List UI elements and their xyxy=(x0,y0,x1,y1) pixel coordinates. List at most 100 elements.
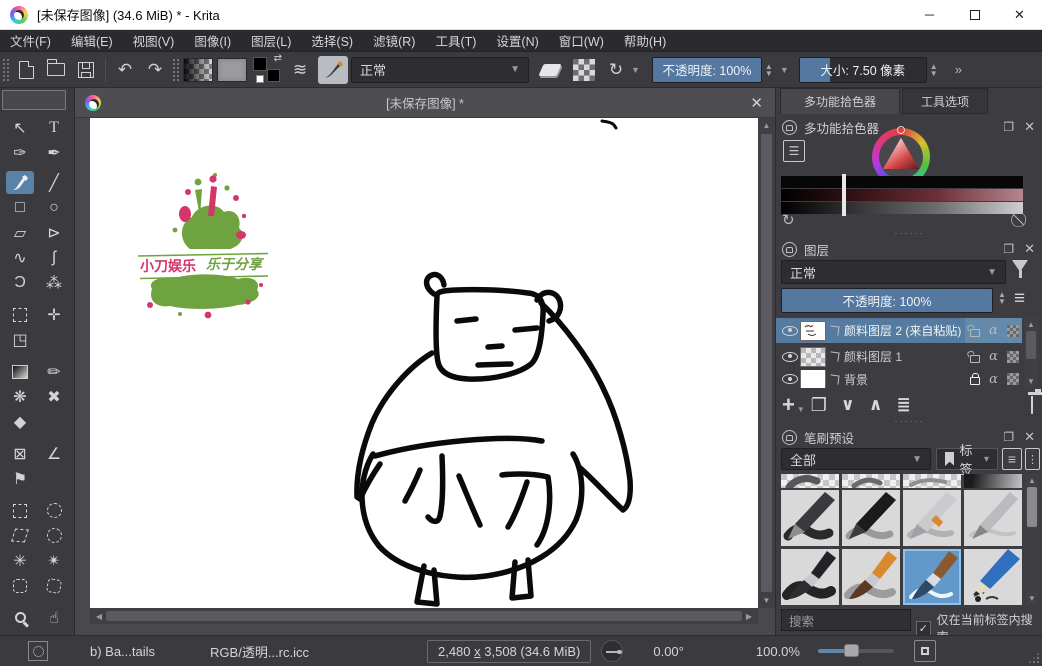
menu-select[interactable]: 选择(S) xyxy=(301,31,363,50)
edit-brush-settings-button[interactable] xyxy=(318,56,348,84)
refresh-colors-icon[interactable]: ↻ xyxy=(782,211,795,229)
tool-transform[interactable] xyxy=(6,303,34,326)
menu-help[interactable]: 帮助(H) xyxy=(614,31,676,50)
scroll-up-icon[interactable]: ▲ xyxy=(1024,320,1038,329)
swap-colors-icon[interactable]: ⇄ xyxy=(274,53,282,64)
brush-preset[interactable] xyxy=(964,490,1022,546)
gradient-chooser[interactable] xyxy=(183,58,213,82)
maximize-button[interactable] xyxy=(952,0,997,29)
inherit-alpha-icon[interactable] xyxy=(1003,318,1022,343)
close-button[interactable]: ✕ xyxy=(997,0,1042,29)
tool-freehand-brush[interactable] xyxy=(6,171,34,194)
menu-file[interactable]: 文件(F) xyxy=(0,31,61,50)
tool-rect-select[interactable] xyxy=(6,499,34,522)
tool-bezier-select[interactable] xyxy=(6,574,34,597)
redo-button[interactable]: ↷ xyxy=(142,57,168,83)
tool-freehand-path[interactable]: ʃ xyxy=(40,246,68,269)
tool-freehand-select[interactable] xyxy=(40,524,68,547)
layer-row-background[interactable]: 背景 α xyxy=(776,370,1022,388)
canvas-vscrollbar[interactable]: ▲ ▼ xyxy=(758,118,775,608)
tool-zoom[interactable] xyxy=(6,606,34,629)
background-color-swatch[interactable] xyxy=(267,69,280,82)
tool-polygon-select[interactable] xyxy=(6,524,34,547)
open-document-button[interactable] xyxy=(43,57,69,83)
minimize-button[interactable]: ─ xyxy=(907,0,952,29)
layer-thumbnail[interactable] xyxy=(800,347,826,367)
save-button[interactable] xyxy=(73,57,99,83)
brush-presets-header[interactable]: 笔刷预设 ❐ ✕ xyxy=(776,426,1042,448)
toolbar-drag-handle[interactable] xyxy=(2,58,9,82)
opacity-slider[interactable]: 不透明度: 100% xyxy=(652,57,762,83)
tool-color-sampler[interactable]: ✏ xyxy=(40,360,68,383)
brush-preset[interactable] xyxy=(903,490,961,546)
canvas-hscrollbar[interactable]: ◀ ▶ xyxy=(90,608,758,624)
rotation-angle-value[interactable]: 0.00° xyxy=(653,644,684,659)
layer-row-paint1[interactable]: 颜料图层 1 α xyxy=(776,344,1022,369)
scroll-thumb[interactable] xyxy=(1026,331,1036,359)
foreground-color-swatch[interactable] xyxy=(253,57,267,71)
tool-pattern-edit[interactable]: ❋ xyxy=(6,385,34,408)
image-dimensions[interactable]: 2,480 x 3,508 (34.6 MiB) xyxy=(427,640,591,663)
opacity-dropdown-caret[interactable]: ▼ xyxy=(780,65,789,75)
tab-advanced-color-selector[interactable]: 多功能拾色器 xyxy=(780,88,900,114)
brush-preset[interactable] xyxy=(842,474,900,488)
subwindow-close-icon[interactable]: ✕ xyxy=(750,94,763,112)
close-docker-icon[interactable]: ✕ xyxy=(1024,241,1035,257)
tool-ellipse-select[interactable] xyxy=(40,499,68,522)
vscroll-thumb[interactable] xyxy=(761,134,772,592)
tool-text[interactable]: T xyxy=(40,116,68,139)
move-layer-down-button[interactable]: ∨ xyxy=(841,395,855,415)
toolbox-header[interactable] xyxy=(2,90,66,110)
layer-visible-icon[interactable] xyxy=(782,374,798,384)
brush-view-mode-button[interactable]: ≡ xyxy=(1002,448,1022,470)
brush-preset[interactable] xyxy=(781,474,839,488)
reset-zoom-button[interactable] xyxy=(914,640,936,662)
menu-view[interactable]: 视图(V) xyxy=(123,31,185,50)
brush-preset[interactable] xyxy=(964,549,1022,605)
brush-preset[interactable] xyxy=(781,549,839,605)
tool-dynamic-brush[interactable]: Ɔ xyxy=(6,271,34,294)
brush-search-field[interactable]: 搜索 xyxy=(781,609,911,631)
inherit-alpha-icon[interactable] xyxy=(1003,370,1022,388)
color-selector-settings-button[interactable]: ☰ xyxy=(783,140,805,162)
tool-polyline[interactable]: ⊳ xyxy=(40,221,68,244)
scroll-thumb[interactable] xyxy=(1027,487,1037,527)
opacity-spinner[interactable]: ▲▼ xyxy=(762,63,776,77)
menu-settings[interactable]: 设置(N) xyxy=(486,31,548,50)
alpha-lock-icon[interactable]: α xyxy=(984,370,1003,388)
brush-tags-button[interactable]: 标签 ▾ xyxy=(936,448,998,470)
brush-preset[interactable] xyxy=(842,490,900,546)
tool-smart-patch[interactable]: ✖ xyxy=(40,385,68,408)
menu-filter[interactable]: 滤镜(R) xyxy=(363,31,425,50)
scroll-up-icon[interactable]: ▲ xyxy=(1025,476,1039,485)
undo-button[interactable]: ↶ xyxy=(112,57,138,83)
tool-bezier-curve[interactable]: ∿ xyxy=(6,246,34,269)
brush-preset[interactable] xyxy=(964,474,1022,488)
layer-visible-icon[interactable] xyxy=(782,352,798,362)
tool-reference-images[interactable]: ⚑ xyxy=(6,467,34,490)
default-colors-swatch[interactable] xyxy=(256,75,264,83)
move-layer-up-button[interactable]: ∧ xyxy=(869,395,883,415)
layers-scrollbar[interactable]: ▲ ▼ xyxy=(1024,318,1038,388)
duplicate-layer-button[interactable]: ❐ xyxy=(811,395,827,416)
tool-rectangle[interactable]: □ xyxy=(6,196,34,219)
toolbar-overflow-button[interactable]: » xyxy=(955,62,962,77)
foreground-background-colors[interactable]: ⇄ xyxy=(252,56,282,83)
close-docker-icon[interactable]: ✕ xyxy=(1024,119,1035,135)
scroll-right-icon[interactable]: ▶ xyxy=(744,612,754,621)
brush-filter-dropdown[interactable]: 全部 ▼ xyxy=(781,448,931,470)
scroll-up-icon[interactable]: ▲ xyxy=(758,121,775,130)
eraser-mode-button[interactable] xyxy=(537,57,563,83)
brush-size-slider[interactable]: 大小: 7.50 像素 xyxy=(799,57,927,83)
delete-layer-button[interactable] xyxy=(1031,396,1033,414)
brush-grid-scrollbar[interactable]: ▲ ▼ xyxy=(1025,474,1039,605)
menu-tools[interactable]: 工具(T) xyxy=(425,31,486,50)
brush-size-spinner[interactable]: ▲▼ xyxy=(927,63,941,77)
toolbar-drag-handle-2[interactable] xyxy=(172,58,179,82)
float-docker-icon[interactable]: ❐ xyxy=(1003,430,1014,444)
selection-mode-icon[interactable] xyxy=(28,641,48,661)
scroll-down-icon[interactable]: ▼ xyxy=(1025,594,1039,603)
layer-opacity-slider[interactable]: 不透明度: 100% xyxy=(781,288,993,313)
menu-layer[interactable]: 图层(L) xyxy=(241,31,301,50)
tool-crop[interactable]: ◳ xyxy=(6,328,34,351)
